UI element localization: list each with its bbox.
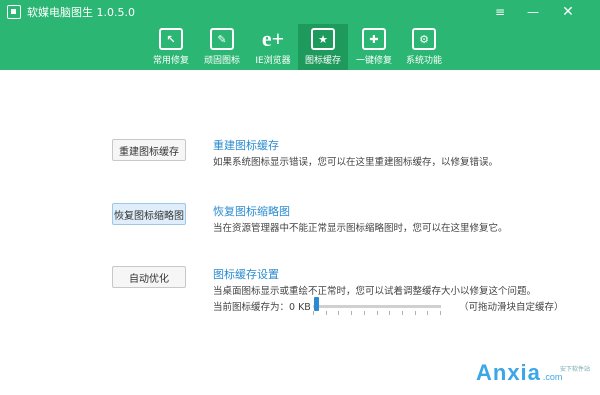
tab-one-click-repair[interactable]: ✚ 一键修复	[349, 24, 399, 70]
watermark-tag: 安下软件站	[560, 366, 591, 373]
cache-slider-ticks	[313, 311, 441, 315]
watermark-text: Anxia	[476, 360, 541, 385]
slider-tick	[338, 311, 340, 315]
tab-common-repair[interactable]: ↖ 常用修复	[146, 24, 196, 70]
window-title: 软媒电脑图生 1.0.5.0	[27, 6, 135, 19]
ie-icon: e+	[261, 26, 285, 51]
rebuild-cache-title: 重建图标缓存	[213, 139, 279, 152]
slider-tick	[313, 311, 314, 315]
auto-optimize-button[interactable]: 自动优化	[112, 266, 186, 288]
restore-thumbnails-title: 恢复图标缩略图	[213, 205, 290, 218]
slider-tick	[376, 311, 378, 315]
slider-tick	[325, 311, 327, 315]
tab-system-functions[interactable]: ⚙ 系统功能	[399, 24, 449, 70]
minimize-icon[interactable]: —	[518, 0, 548, 24]
cache-slider-thumb[interactable]	[314, 297, 319, 311]
watermark-domain: .com	[542, 372, 563, 382]
cache-settings-title: 图标缓存设置	[213, 268, 279, 281]
tab-label: 常用修复	[152, 56, 189, 66]
cache-size-label: 当前图标缓存为：0 KB	[213, 302, 311, 313]
menu-icon[interactable]: ≡	[485, 0, 515, 24]
tab-label: 图标缓存	[304, 56, 341, 66]
cache-slider-track[interactable]	[313, 305, 441, 308]
tab-label: 系统功能	[405, 56, 442, 66]
tools-icon: ✎	[210, 28, 234, 50]
shield-icon: ✚	[362, 28, 386, 50]
slider-tick	[414, 311, 416, 315]
restore-thumbnails-button[interactable]: 恢复图标缩略图	[112, 203, 186, 225]
tab-stubborn-icons[interactable]: ✎ 顽固图标	[197, 24, 247, 70]
main-toolbar: ↖ 常用修复 ✎ 顽固图标 e+ IE浏览器 ★ 图标缓存 ✚ 一键修复 ⚙ 系…	[0, 24, 600, 70]
app-logo-icon	[7, 5, 21, 19]
slider-tick	[427, 311, 429, 315]
close-icon[interactable]: ✕	[553, 0, 583, 24]
cache-slider-hint: （可拖动滑块自定缓存）	[459, 302, 564, 313]
slider-tick	[440, 311, 441, 315]
rebuild-cache-desc: 如果系统图标显示错误，您可以在这里重建图标缓存，以修复错误。	[213, 157, 499, 168]
slider-tick	[401, 311, 403, 315]
gear-icon: ⚙	[412, 28, 436, 50]
slider-tick	[363, 311, 365, 315]
slider-tick	[389, 311, 391, 315]
tab-label: 一键修复	[355, 56, 392, 66]
tab-icon-cache[interactable]: ★ 图标缓存	[298, 24, 348, 70]
tab-label: 顽固图标	[203, 56, 240, 66]
tab-ie-browser[interactable]: e+ IE浏览器	[248, 24, 298, 70]
repair-icon: ↖	[159, 28, 183, 50]
slider-tick	[351, 311, 353, 315]
watermark-logo: Anxia .com	[476, 360, 562, 386]
rebuild-cache-button[interactable]: 重建图标缓存	[112, 139, 186, 161]
cache-settings-desc: 当桌面图标显示或重绘不正常时，您可以试着调整缓存大小以修复这个问题。	[213, 286, 537, 297]
tab-label: IE浏览器	[255, 56, 291, 66]
star-icon: ★	[311, 28, 335, 50]
restore-thumbnails-desc: 当在资源管理器中不能正常显示图标缩略图时，您可以在这里修复它。	[213, 223, 508, 234]
